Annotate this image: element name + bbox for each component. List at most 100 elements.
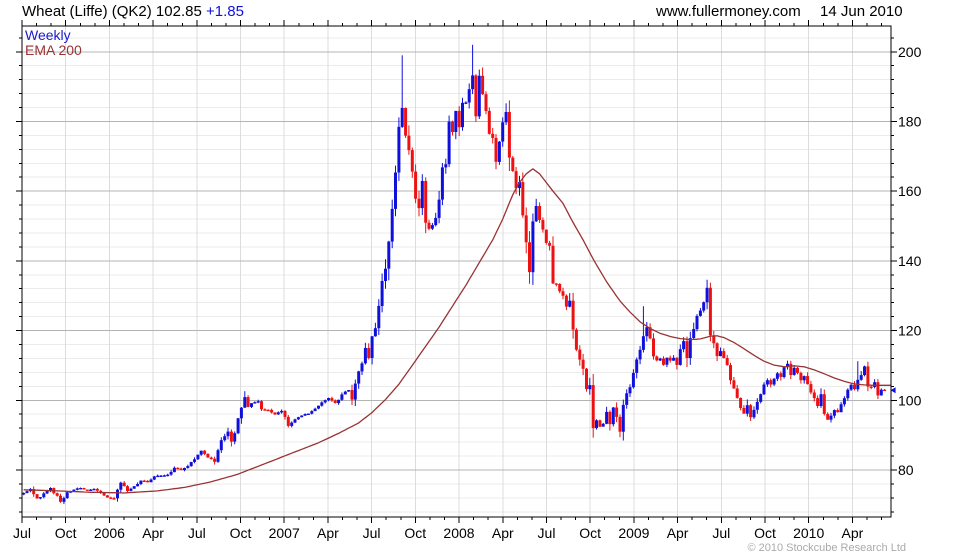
x-axis-label: 2008	[443, 525, 474, 541]
candle-body	[541, 220, 545, 230]
candle-body	[628, 387, 632, 394]
candle-body	[35, 494, 39, 499]
candle-body	[105, 495, 109, 498]
candle-body	[380, 281, 384, 306]
candle-body	[213, 458, 217, 462]
y-axis-label: 160	[898, 183, 922, 199]
candle-body	[246, 397, 250, 407]
candle-body	[293, 419, 297, 423]
candle-body	[682, 341, 686, 350]
x-axis-label: Jul	[538, 525, 556, 541]
candle-body	[169, 472, 173, 475]
candle-body	[139, 480, 143, 484]
candle-body	[85, 489, 89, 491]
candle-body	[574, 329, 578, 350]
candle-body	[162, 475, 166, 477]
candle-body	[377, 305, 381, 329]
candle-body	[400, 108, 404, 127]
candle-body	[494, 137, 498, 162]
x-axis-label: Apr	[492, 525, 514, 541]
candle-body	[49, 488, 52, 491]
candle-body	[571, 300, 575, 330]
candle-body	[363, 348, 367, 364]
x-axis-label: Apr	[842, 525, 864, 541]
candle-body	[92, 488, 96, 491]
candle-body	[739, 397, 743, 408]
candle-body	[655, 356, 659, 361]
candle-body	[484, 94, 488, 111]
candle-body	[695, 316, 699, 330]
candle-body	[276, 412, 280, 415]
candle-body	[387, 241, 391, 269]
candle-body	[708, 287, 712, 336]
plot-frame	[21, 25, 892, 518]
candle-body	[233, 433, 237, 442]
candle-body	[779, 373, 783, 377]
candle-body	[729, 365, 732, 381]
x-axis-label: Jul	[188, 525, 206, 541]
candle-body	[477, 75, 481, 117]
candle-body	[658, 358, 662, 361]
candle-body	[839, 404, 843, 413]
candle-body	[568, 300, 572, 307]
candle-body	[507, 112, 511, 158]
x-axis-label: Apr	[142, 525, 164, 541]
candle-body	[829, 415, 833, 420]
candle-body	[501, 122, 505, 142]
copyright-notice: © 2010 Stockcube Research Ltd	[747, 542, 906, 554]
candle-body	[166, 474, 170, 477]
candle-body	[42, 493, 46, 498]
candle-body	[129, 488, 133, 491]
candle-body	[719, 351, 722, 357]
candle-body	[283, 410, 287, 417]
candle-body	[290, 422, 294, 426]
candle-body	[879, 389, 883, 396]
candle-body	[357, 371, 361, 384]
candle-body	[306, 413, 310, 415]
candle-body	[266, 409, 270, 412]
candle-body	[22, 493, 26, 495]
candle-body	[303, 414, 307, 416]
candle-body	[206, 453, 210, 458]
candle-body	[638, 349, 642, 360]
candle-body	[62, 498, 66, 502]
candle-body	[186, 466, 190, 468]
candle-body	[216, 450, 220, 462]
x-axis-label: Oct	[55, 525, 77, 541]
candle-body	[253, 402, 257, 404]
candle-body	[615, 407, 619, 417]
candle-body	[337, 399, 341, 404]
candle-body	[55, 493, 59, 496]
candle-body	[102, 493, 106, 496]
candle-body	[451, 121, 454, 132]
candle-body	[702, 302, 706, 311]
candle-body	[360, 363, 364, 372]
candle-body	[313, 408, 317, 412]
candle-body	[420, 181, 424, 209]
candle-body	[762, 384, 766, 395]
candle-body	[25, 491, 29, 493]
y-axis-label: 180	[898, 114, 922, 130]
x-axis-label: 2007	[269, 525, 300, 541]
candle-body	[528, 242, 531, 273]
candle-body	[126, 486, 129, 491]
candle-body	[842, 398, 846, 405]
candle-body	[876, 382, 880, 396]
candle-body	[229, 431, 233, 442]
candle-body	[219, 440, 223, 451]
candle-body	[209, 457, 213, 459]
candle-body	[554, 283, 558, 285]
candle-body	[816, 398, 820, 406]
x-axis-label: Jul	[13, 525, 31, 541]
candle-body	[772, 378, 776, 385]
candle-body	[343, 391, 347, 395]
candle-body	[869, 386, 873, 388]
candle-body	[199, 450, 203, 455]
candle-body	[333, 400, 337, 403]
x-axis-label: Apr	[317, 525, 339, 541]
candle-body	[82, 488, 86, 490]
candle-body	[239, 407, 243, 419]
candle-body	[142, 480, 146, 482]
x-axis-label: 2006	[94, 525, 125, 541]
candle-body	[665, 357, 669, 365]
